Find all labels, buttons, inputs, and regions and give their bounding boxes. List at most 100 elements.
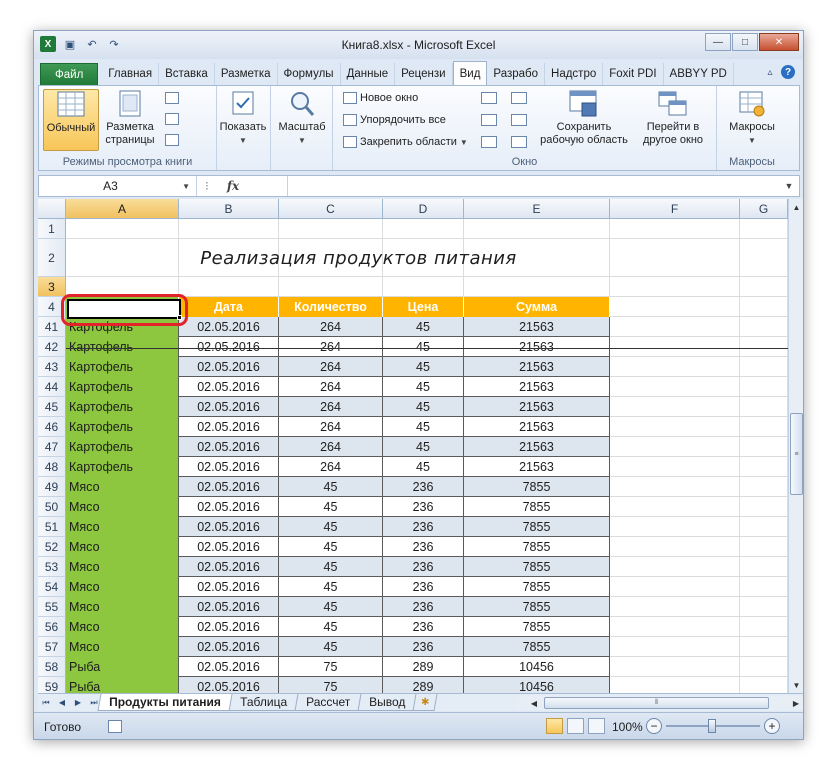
scroll-down-icon[interactable]: ▼ (789, 677, 803, 693)
table-cell-name[interactable]: Картофель (66, 357, 179, 377)
ribbon-tab-8[interactable]: Разрабо (487, 63, 546, 85)
row-header-3[interactable]: 3 (38, 277, 66, 297)
column-header-f[interactable]: F (610, 199, 740, 219)
table-cell-sum[interactable]: 7855 (464, 537, 610, 557)
ribbon-tab-6[interactable]: Рецензи (395, 63, 453, 85)
table-cell-date[interactable]: 02.05.2016 (179, 517, 279, 537)
row-header[interactable]: 50 (38, 497, 66, 517)
row-header[interactable]: 47 (38, 437, 66, 457)
table-cell-price[interactable]: 236 (383, 537, 464, 557)
page-layout-button[interactable]: Разметка страницы (101, 89, 159, 151)
table-cell-qty[interactable]: 45 (279, 637, 383, 657)
table-cell-sum[interactable]: 7855 (464, 497, 610, 517)
table-cell-qty[interactable]: 264 (279, 437, 383, 457)
sheet-tab-2[interactable]: Рассчет (294, 694, 362, 711)
table-cell-date[interactable]: 02.05.2016 (179, 577, 279, 597)
table-cell-date[interactable]: 02.05.2016 (179, 497, 279, 517)
table-cell-qty[interactable]: 75 (279, 657, 383, 677)
table-cell-name[interactable]: Мясо (66, 517, 179, 537)
ribbon-tab-11[interactable]: ABBYY PD (664, 63, 734, 85)
table-header-cell[interactable]: Дата (179, 297, 279, 317)
save-workspace-button[interactable]: Сохранить рабочую область (539, 89, 629, 151)
table-cell-price[interactable]: 45 (383, 317, 464, 337)
table-cell-price[interactable]: 236 (383, 477, 464, 497)
insert-sheet-button[interactable]: ✱ (412, 694, 439, 711)
table-cell-date[interactable]: 02.05.2016 (179, 357, 279, 377)
table-cell-sum[interactable]: 21563 (464, 357, 610, 377)
table-cell-name[interactable]: Мясо (66, 497, 179, 517)
formula-input[interactable] (287, 176, 779, 196)
table-cell-price[interactable]: 236 (383, 517, 464, 537)
table-cell-price[interactable]: 45 (383, 457, 464, 477)
table-cell-name[interactable]: Картофель (66, 437, 179, 457)
table-cell-sum[interactable]: 7855 (464, 517, 610, 537)
table-cell-date[interactable]: 02.05.2016 (179, 437, 279, 457)
minimize-button[interactable]: — (705, 33, 731, 51)
table-cell-qty[interactable]: 264 (279, 377, 383, 397)
split-icon[interactable] (481, 92, 497, 104)
zoom-button[interactable]: Масштаб ▼ (273, 89, 331, 151)
normal-view-status-icon[interactable] (546, 718, 563, 734)
table-cell-date[interactable]: 02.05.2016 (179, 457, 279, 477)
table-cell-name[interactable]: Картофель (66, 417, 179, 437)
table-cell-price[interactable]: 45 (383, 337, 464, 357)
switch-windows-button[interactable]: Перейти в другое окно (633, 89, 713, 151)
help-icon[interactable]: ? (781, 65, 795, 79)
table-cell-name[interactable]: Картофель (66, 377, 179, 397)
table-cell-qty[interactable]: 264 (279, 357, 383, 377)
table-cell-price[interactable]: 289 (383, 657, 464, 677)
table-cell-sum[interactable]: 10456 (464, 677, 610, 693)
table-cell-name[interactable]: Мясо (66, 617, 179, 637)
ribbon-minimize-icon[interactable]: ▵ (763, 65, 777, 79)
table-cell-name[interactable]: Мясо (66, 597, 179, 617)
row-header[interactable]: 44 (38, 377, 66, 397)
table-cell-qty[interactable]: 45 (279, 577, 383, 597)
table-cell-price[interactable]: 236 (383, 497, 464, 517)
vertical-scroll-thumb[interactable]: ≡ (790, 413, 803, 495)
table-cell-date[interactable]: 02.05.2016 (179, 657, 279, 677)
next-sheet-icon[interactable]: ▶ (72, 696, 84, 709)
table-header-cell[interactable]: Сумма (464, 297, 610, 317)
table-cell-name[interactable]: Рыба (66, 677, 179, 693)
row-header[interactable]: 58 (38, 657, 66, 677)
table-cell-sum[interactable]: 21563 (464, 397, 610, 417)
column-header-c[interactable]: C (279, 199, 383, 219)
horizontal-scrollbar[interactable]: ◀ ⦀ ▶ (516, 696, 803, 710)
row-header[interactable]: 54 (38, 577, 66, 597)
table-cell-date[interactable]: 02.05.2016 (179, 337, 279, 357)
row-header[interactable]: 49 (38, 477, 66, 497)
ribbon-tab-3[interactable]: Разметка (215, 63, 278, 85)
column-header-b[interactable]: B (179, 199, 279, 219)
maximize-button[interactable]: □ (732, 33, 758, 51)
table-cell-name[interactable]: Картофель (66, 337, 179, 357)
zoom-out-icon[interactable]: − (646, 718, 662, 734)
row-header-1[interactable]: 1 (38, 219, 66, 239)
page-break-status-icon[interactable] (588, 718, 605, 734)
table-cell-qty[interactable]: 264 (279, 337, 383, 357)
full-screen-icon[interactable] (165, 134, 179, 146)
table-cell-sum[interactable]: 21563 (464, 377, 610, 397)
insert-function-icon[interactable]: fx (227, 179, 239, 193)
horizontal-scroll-thumb[interactable]: ⦀ (544, 697, 769, 709)
custom-views-icon[interactable] (165, 113, 179, 125)
hide-icon[interactable] (481, 114, 497, 126)
row-header[interactable]: 45 (38, 397, 66, 417)
sheet-title[interactable]: Реализация продуктов питания (66, 239, 651, 277)
table-cell-sum[interactable]: 7855 (464, 617, 610, 637)
zoom-level[interactable]: 100% (612, 720, 643, 734)
table-cell-price[interactable]: 236 (383, 557, 464, 577)
table-cell-price[interactable]: 236 (383, 617, 464, 637)
table-cell-price[interactable]: 45 (383, 417, 464, 437)
table-cell-qty[interactable]: 264 (279, 317, 383, 337)
table-cell-date[interactable]: 02.05.2016 (179, 677, 279, 693)
table-cell-date[interactable]: 02.05.2016 (179, 417, 279, 437)
row-header[interactable]: 42 (38, 337, 66, 357)
new-window-button[interactable]: Новое окно (343, 92, 418, 104)
table-cell-sum[interactable]: 7855 (464, 577, 610, 597)
table-cell-date[interactable]: 02.05.2016 (179, 537, 279, 557)
table-cell-sum[interactable]: 7855 (464, 557, 610, 577)
row-header[interactable]: 59 (38, 677, 66, 693)
first-sheet-icon[interactable]: ⏮ (40, 696, 52, 709)
column-header-g[interactable]: G (740, 199, 788, 219)
arrange-all-button[interactable]: Упорядочить все (343, 114, 446, 126)
